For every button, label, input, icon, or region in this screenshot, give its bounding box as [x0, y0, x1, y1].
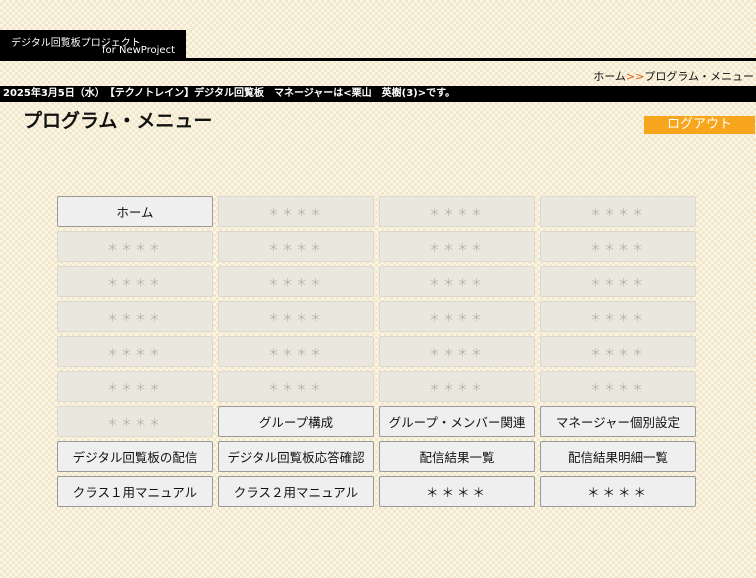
logo-subtitle: for NewProject	[102, 45, 175, 56]
menu-button-disabled: ＊＊＊＊	[379, 196, 535, 227]
info-bar: 2025年3月5日（水） 【テクノトレイン】デジタル回覧板 マネージャーは<栗山…	[0, 86, 756, 102]
menu-button-disabled: ＊＊＊＊	[218, 336, 374, 367]
program-menu-grid: ホーム ＊＊＊＊ ＊＊＊＊ ＊＊＊＊ ＊＊＊＊ ＊＊＊＊ ＊＊＊＊ ＊＊＊＊ ＊＊＊＊ ＊＊＊＊＊…	[57, 196, 696, 507]
menu-button[interactable]: デジタル回覧板の配信	[57, 441, 213, 472]
project-logo: デジタル回覧板プロジェクト for NewProject	[0, 30, 186, 58]
menu-button-disabled: ＊＊＊＊	[57, 301, 213, 332]
breadcrumb: ホーム>>プログラム・メニュー	[593, 68, 754, 84]
menu-button[interactable]: クラス１用マニュアル	[57, 476, 213, 507]
menu-button[interactable]: ホーム	[57, 196, 213, 227]
menu-button-disabled: ＊＊＊＊	[540, 301, 696, 332]
menu-button-disabled: ＊＊＊＊	[540, 371, 696, 402]
menu-button-disabled: ＊＊＊＊	[218, 266, 374, 297]
menu-button-disabled: ＊＊＊＊	[540, 231, 696, 262]
info-bar-text: 2025年3月5日（水） 【テクノトレイン】デジタル回覧板 マネージャーは<栗山…	[3, 88, 456, 99]
breadcrumb-home-link[interactable]: ホーム	[593, 70, 626, 83]
menu-button[interactable]: 配信結果明細一覧	[540, 441, 696, 472]
menu-button-disabled: ＊＊＊＊	[540, 336, 696, 367]
menu-button[interactable]: ＊＊＊＊	[540, 476, 696, 507]
header-divider	[0, 58, 756, 61]
menu-button[interactable]: マネージャー個別設定	[540, 406, 696, 437]
menu-button-disabled: ＊＊＊＊	[218, 301, 374, 332]
menu-button[interactable]: クラス２用マニュアル	[218, 476, 374, 507]
breadcrumb-current: プログラム・メニュー	[644, 70, 754, 83]
menu-button[interactable]: ＊＊＊＊	[379, 476, 535, 507]
menu-button[interactable]: 配信結果一覧	[379, 441, 535, 472]
menu-button-disabled: ＊＊＊＊	[540, 196, 696, 227]
menu-button-disabled: ＊＊＊＊	[57, 336, 213, 367]
menu-button-disabled: ＊＊＊＊	[218, 196, 374, 227]
breadcrumb-separator: >>	[625, 70, 645, 83]
menu-button-disabled: ＊＊＊＊	[540, 266, 696, 297]
menu-button-disabled: ＊＊＊＊	[379, 301, 535, 332]
menu-button[interactable]: デジタル回覧板応答確認	[218, 441, 374, 472]
menu-button-disabled: ＊＊＊＊	[379, 336, 535, 367]
menu-button-disabled: ＊＊＊＊	[379, 371, 535, 402]
page-title: プログラム・メニュー	[23, 110, 213, 132]
logout-button[interactable]: ログアウト	[644, 116, 755, 134]
menu-button-disabled: ＊＊＊＊	[57, 266, 213, 297]
menu-button-disabled: ＊＊＊＊	[218, 371, 374, 402]
menu-button[interactable]: グループ構成	[218, 406, 374, 437]
menu-button-disabled: ＊＊＊＊	[57, 371, 213, 402]
menu-button-disabled: ＊＊＊＊	[218, 231, 374, 262]
menu-button-disabled: ＊＊＊＊	[57, 406, 213, 437]
menu-button-disabled: ＊＊＊＊	[379, 231, 535, 262]
menu-button-disabled: ＊＊＊＊	[57, 231, 213, 262]
menu-button-disabled: ＊＊＊＊	[379, 266, 535, 297]
menu-button[interactable]: グループ・メンバー関連	[379, 406, 535, 437]
